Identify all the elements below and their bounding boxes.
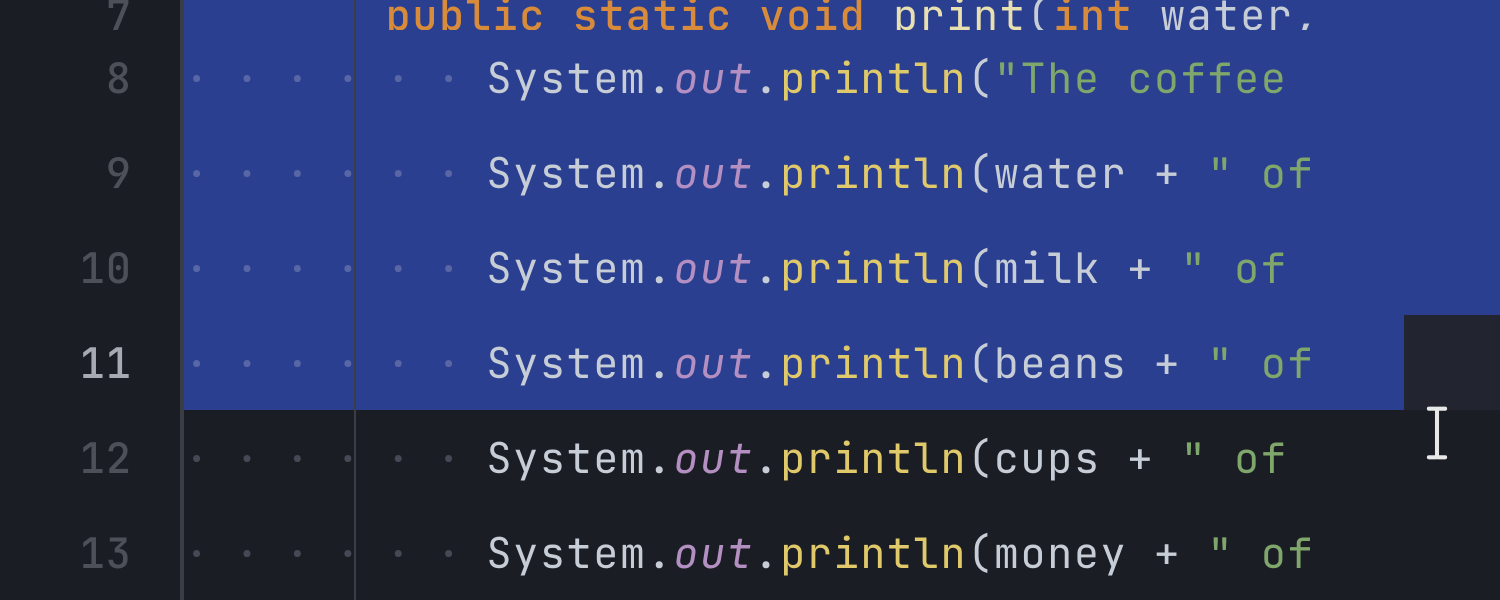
line-number: 8 [0,57,180,99]
indent-guide [354,0,356,600]
line-number-gutter: 7 8 9 10 11 12 13 [0,0,180,600]
code-line[interactable]: · · · · · · System.out.println(money + "… [184,505,1500,600]
whitespace-dots: · · · · · · [184,50,486,106]
code-line[interactable]: · · · · · · System.out.println(milk + " … [184,220,1500,315]
whitespace-dots: · · · · · · [184,430,486,486]
code-line[interactable]: · · · · · · System.out.println(beans + "… [184,315,1500,410]
line-number-current: 11 [0,342,180,384]
line-number: 12 [0,437,180,479]
whitespace-dots: · · · · · · [184,240,486,296]
code-line[interactable]: · · · · · · System.out.println(cups + " … [184,410,1500,505]
whitespace-dots: · · · · · · [184,335,486,391]
line-number: 10 [0,247,180,289]
whitespace-dots: · · · · · · [184,525,486,581]
code-editor[interactable]: 7 8 9 10 11 12 13 public static void pri… [0,0,1500,600]
code-text-area[interactable]: public static void print(int water, · · … [180,0,1500,600]
line-number: 9 [0,152,180,194]
code-line[interactable]: · · · · · · System.out.println("The coff… [184,30,1500,125]
line-number: 7 [0,0,180,36]
whitespace-dots: · · · · · · [184,145,486,201]
code-line[interactable]: · · · · · · System.out.println(water + "… [184,125,1500,220]
code-line[interactable]: public static void print(int water, [184,0,1500,30]
line-number: 13 [0,532,180,574]
